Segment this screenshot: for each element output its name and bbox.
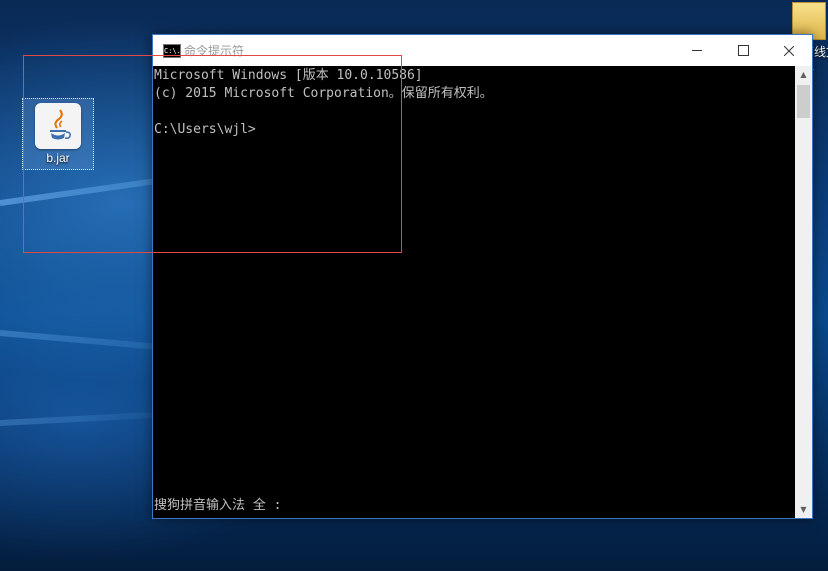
console-line: Microsoft Windows [版本 10.0.10586] [154,68,423,83]
window-title: 命令提示符 [184,44,245,58]
scroll-down-arrow-icon[interactable]: ▼ [795,501,812,518]
scroll-up-arrow-icon[interactable]: ▲ [795,66,812,83]
maximize-button[interactable] [720,35,766,66]
title-bar[interactable]: C:\. 命令提示符 [153,35,812,66]
cmd-icon: C:\. [163,44,181,58]
maximize-icon [737,45,749,56]
scrollbar-thumb[interactable] [797,85,810,118]
ime-status-line: 搜狗拼音输入法 全 : [154,498,282,513]
close-button[interactable] [766,35,812,66]
command-prompt-window[interactable]: C:\. 命令提示符 Microsoft Windows [版本 10.0.10… [152,34,813,519]
desktop-icon-label: b.jar [46,151,70,165]
minimize-icon [692,50,702,51]
vertical-scrollbar[interactable]: ▲ ▼ [795,66,812,518]
minimize-button[interactable] [674,35,720,66]
console-line: (c) 2015 Microsoft Corporation。保留所有权利。 [154,86,493,101]
console-output[interactable]: Microsoft Windows [版本 10.0.10586] (c) 20… [153,66,795,518]
console-prompt: C:\Users\wjl> [154,122,256,137]
java-icon [35,103,81,149]
desktop-icon-b-jar[interactable]: b.jar [22,98,94,170]
close-icon [784,45,794,56]
